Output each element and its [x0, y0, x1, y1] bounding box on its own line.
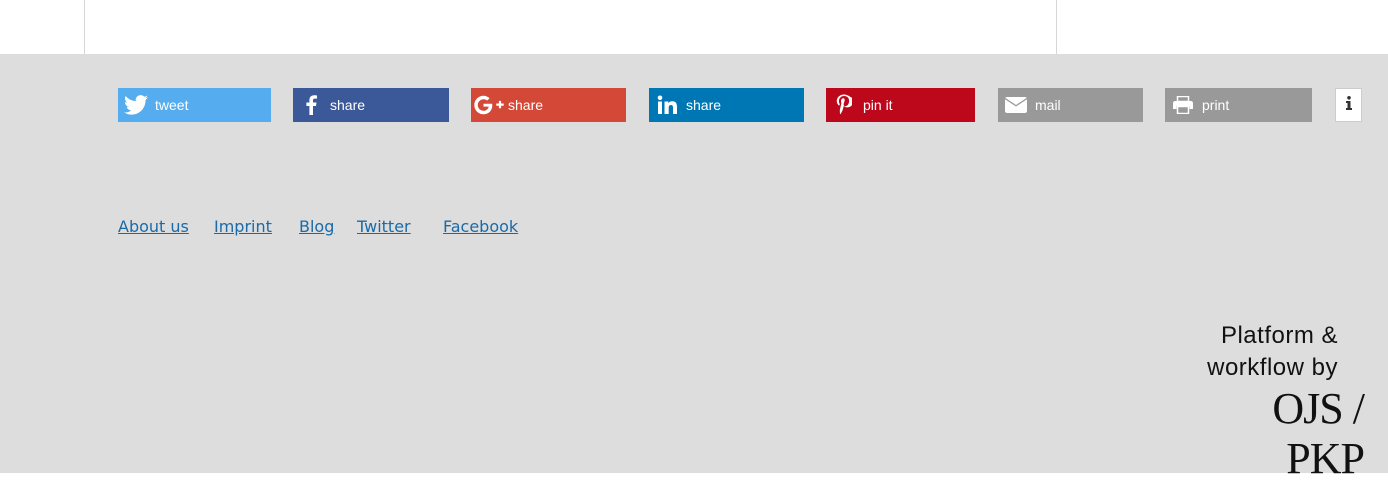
tweet-label: tweet: [155, 97, 189, 113]
mail-share-label: mail: [1035, 97, 1061, 113]
share-info-button[interactable]: [1335, 88, 1362, 122]
print-button[interactable]: print: [1165, 88, 1312, 122]
linkedin-share-button[interactable]: share: [649, 88, 804, 122]
footer-link-imprint[interactable]: Imprint: [214, 217, 272, 236]
facebook-f-icon: [293, 88, 329, 122]
pinterest-p-icon: [826, 88, 862, 122]
branding-line-1: Platform &: [1220, 322, 1338, 349]
mail-share-button[interactable]: mail: [998, 88, 1143, 122]
facebook-share-button[interactable]: share: [293, 88, 449, 122]
page-footer: tweet share share share pin it mail prin…: [0, 54, 1388, 483]
linkedin-share-label: share: [686, 97, 722, 113]
print-label: print: [1202, 97, 1230, 113]
ojs-pkp-branding-link[interactable]: Platform & workflow by OJS / PKP: [1188, 320, 1368, 483]
google-plus-icon: [471, 88, 507, 122]
page-top-area: [0, 0, 1388, 54]
google-plus-share-label: share: [508, 97, 544, 113]
footer-link-blog[interactable]: Blog: [299, 217, 334, 236]
twitter-bird-icon: [118, 88, 154, 122]
footer-link-facebook[interactable]: Facebook: [443, 217, 518, 236]
pinterest-pin-button[interactable]: pin it: [826, 88, 975, 122]
envelope-icon: [998, 88, 1034, 122]
google-plus-share-button[interactable]: share: [471, 88, 626, 122]
footer-link-twitter[interactable]: Twitter: [357, 217, 411, 236]
facebook-share-label: share: [330, 97, 366, 113]
ojs-pkp-logo: OJS / PKP: [1272, 384, 1365, 483]
info-icon: [1345, 95, 1353, 115]
printer-icon: [1165, 88, 1201, 122]
main-content-column: [84, 0, 1057, 54]
pinterest-pin-label: pin it: [863, 97, 893, 113]
linkedin-in-icon: [649, 88, 685, 122]
branding-line-2: workflow by: [1207, 354, 1338, 381]
footer-link-about-us[interactable]: About us: [118, 217, 189, 236]
tweet-button[interactable]: tweet: [118, 88, 271, 122]
